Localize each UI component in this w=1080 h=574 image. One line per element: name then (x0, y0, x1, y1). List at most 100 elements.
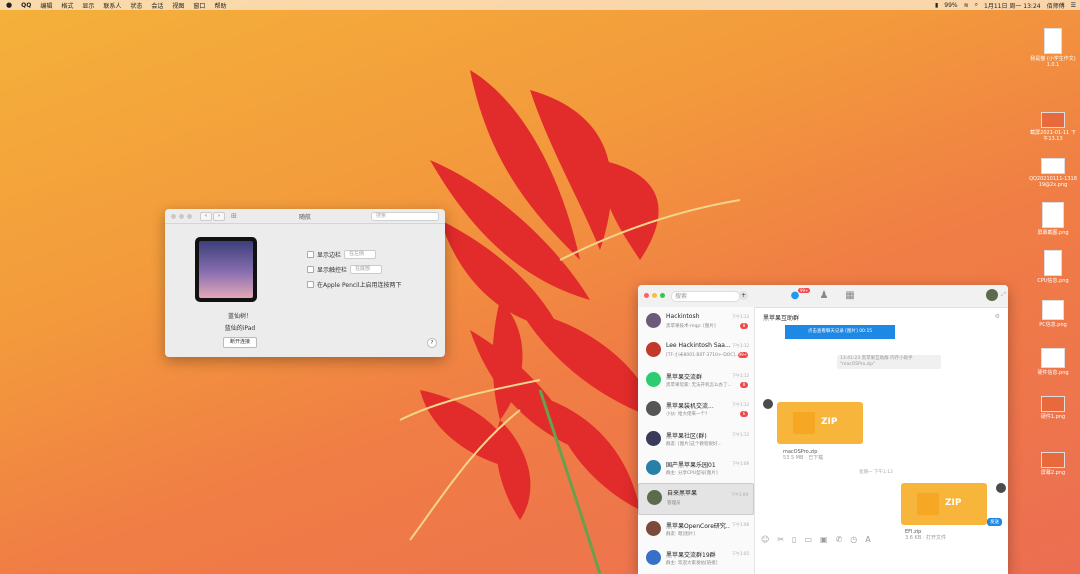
image-icon[interactable]: ▣ (820, 535, 828, 544)
send-button[interactable]: 发送 (987, 518, 1002, 526)
phone-icon[interactable]: ✆ (836, 535, 843, 544)
battery-icon[interactable]: ▮ (935, 2, 938, 9)
file-info: macOSPro.zip 53.5 MB · 已下载 (783, 449, 823, 461)
list-item[interactable]: 黑苹果交流群19群 群主: 欢迎大家发帖[链接] 下午1:05 (638, 544, 754, 573)
avatar (646, 401, 661, 417)
forward-nav-button[interactable]: › (213, 211, 225, 221)
contacts-icon[interactable]: ♟ (818, 290, 830, 302)
datetime[interactable]: 1月11日 周一 13:24 (984, 1, 1041, 10)
chat-input-toolbar: ☺ ✂ ▯ ▭ ▣ ✆ ◷ A (761, 535, 871, 544)
prefs-search-input[interactable]: 搜索 (371, 212, 439, 221)
desktop-file-2[interactable]: 截屏2021-01-11 下午13.13 (1028, 112, 1078, 142)
file-card[interactable]: ZIP (777, 402, 863, 444)
desktop-file-label: CPU信息.png (1037, 278, 1069, 284)
desktop-file-label: 屏幕截图.png (1037, 230, 1069, 236)
conversation-list: Hackintosh 黑苹果技术-mqp: [图片] 下午1:13 8 Lee … (638, 307, 755, 574)
conversation-preview: 管理员 (667, 501, 681, 507)
apps-grid-icon[interactable]: ▦ (844, 290, 856, 302)
menu-contacts[interactable]: 联系人 (103, 1, 121, 10)
menu-edit[interactable]: 编辑 (40, 1, 52, 10)
desktop-file-label: 屏幕2.png (1040, 470, 1066, 476)
menu-window[interactable]: 窗口 (193, 1, 205, 10)
desktop-file-label: PC信息.png (1039, 322, 1067, 328)
desktop-file-3[interactable]: QQ20210111-1318 19@2x.png (1028, 158, 1078, 188)
desktop-file-6[interactable]: PC信息.png (1028, 300, 1078, 328)
user-name[interactable]: 佰师傅 (1047, 1, 1065, 10)
desktop-file-8[interactable]: 硬件1.png (1028, 396, 1078, 420)
conversation-preview: [TF·小米8001·B0T·3710+·DOC]... (666, 353, 740, 359)
list-item[interactable]: 黑苹果OpenCore研究... 群友: 嗯[图片] 下午1:08 (638, 515, 754, 544)
list-item[interactable]: 国产黑苹果乐园01 群主: 分享CPU型号[图片] 下午1:09 (638, 454, 754, 483)
history-icon[interactable]: ◷ (850, 535, 857, 544)
ipad-illustration (195, 237, 257, 302)
disconnect-button[interactable]: 断开连接 (223, 337, 258, 348)
help-button[interactable]: ? (427, 338, 437, 348)
menu-list-icon[interactable]: ☰ (1071, 2, 1076, 9)
conversation-name: 自来黑苹果 (667, 490, 698, 498)
close-button[interactable] (171, 213, 176, 219)
desktop-file-label: 硬件信息.png (1037, 370, 1069, 376)
list-item[interactable]: Lee Hackintosh Saa... [TF·小米8001·B0T·371… (638, 336, 754, 365)
list-item[interactable]: Hackintosh 黑苹果技术-mqp: [图片] 下午1:13 8 (638, 307, 754, 336)
device-name: 蓝仙的iPad (224, 325, 256, 332)
menu-viewmode[interactable]: 视图 (172, 1, 184, 10)
zoom-button[interactable] (660, 293, 665, 298)
zoom-button[interactable] (187, 213, 192, 219)
apple-icon[interactable]: ● (6, 1, 12, 9)
list-item-selected[interactable]: 自来黑苹果 管理员 下午1:09 (638, 483, 754, 515)
image-icon (1041, 158, 1065, 174)
conversation-time: 下午1:09 (732, 460, 749, 466)
menubar-app-name[interactable]: QQ (21, 2, 31, 9)
sidebar-position-select[interactable]: 在左侧 (344, 250, 377, 259)
wifi-icon[interactable]: ≋ (964, 2, 969, 9)
touchbar-position-select[interactable]: 在底部 (350, 265, 383, 274)
desktop-file-4[interactable]: 屏幕截图.png (1028, 202, 1078, 236)
text-format-icon[interactable]: A (865, 535, 870, 544)
emoji-icon[interactable]: ☺ (761, 535, 769, 544)
menu-session[interactable]: 会话 (151, 1, 163, 10)
option-label: 在Apple Pencil上启用连按两下 (317, 282, 402, 289)
conversation-time: 下午1:12 (732, 431, 749, 437)
file-icon[interactable]: ▯ (792, 535, 796, 544)
pencil-double-tap-checkbox[interactable] (307, 281, 314, 288)
desktop-file-5[interactable]: CPU信息.png (1028, 250, 1078, 284)
show-all-grid-icon[interactable]: ⊞ (231, 212, 237, 220)
option-touchbar: 显示触控栏 在底部 (307, 265, 383, 274)
image-icon (1042, 202, 1064, 228)
folder-icon[interactable]: ▭ (804, 535, 812, 544)
show-sidebar-checkbox[interactable] (307, 251, 314, 258)
list-item[interactable]: 黑苹果装机交流... 小伙: 给大佬来一个? 下午1:12 6 (638, 395, 754, 424)
file-card[interactable]: ZIP (901, 483, 987, 525)
add-button[interactable]: + (739, 291, 748, 300)
show-touchbar-checkbox[interactable] (307, 266, 314, 273)
avatar (646, 430, 661, 446)
conversation-name: Lee Hackintosh Saa... (666, 342, 730, 350)
message-bubble[interactable]: 点击查看聊天记录 [图片] 00:15 (785, 325, 895, 339)
search-icon[interactable]: ⌕ (975, 1, 978, 9)
desktop-file-1[interactable]: 我是猫 (小学生作文) 1.0.1 (1028, 28, 1078, 68)
menu-format[interactable]: 格式 (61, 1, 73, 10)
qq-search-input[interactable]: 搜索 (671, 291, 740, 302)
chat-pane: 黑苹果互助群 ⚙ 点击查看聊天记录 [图片] 00:15 13:41:23 黑苹… (755, 307, 1008, 574)
prefs-titlebar: ‹ › ⊞ 随航 搜索 (165, 209, 445, 224)
minimize-button[interactable] (652, 293, 657, 298)
unread-badge: 8 (740, 323, 748, 329)
expand-icon[interactable]: ⤢ (1001, 291, 1006, 299)
back-nav-button[interactable]: ‹ (200, 211, 212, 221)
list-item[interactable]: 黑苹果交流群 黑苹果玩家: 无法开机怎么办了... 下午1:12 8 (638, 366, 754, 395)
minimize-button[interactable] (179, 213, 184, 219)
menu-view[interactable]: 显示 (82, 1, 94, 10)
unread-badge: 6 (740, 411, 748, 418)
avatar[interactable] (986, 289, 998, 301)
menu-help[interactable]: 帮助 (214, 1, 226, 10)
close-button[interactable] (644, 293, 649, 298)
chat-settings-icon[interactable]: ⚙ (995, 313, 1000, 320)
system-note: 13:41:23 黑苹果互助群 内存小助手 "macOSPro.zip" (837, 355, 941, 369)
scissors-icon[interactable]: ✂ (777, 535, 784, 544)
conversation-name: 黑苹果社区(群) (666, 432, 707, 440)
desktop-file-9[interactable]: 屏幕2.png (1028, 452, 1078, 476)
menu-status[interactable]: 状态 (130, 1, 142, 10)
list-item[interactable]: 黑苹果社区(群) 群友: [图片]这个教程很好... 下午1:12 (638, 425, 754, 454)
desktop-file-7[interactable]: 硬件信息.png (1028, 348, 1078, 376)
conversation-preview: 黑苹果技术-mqp: [图片] (666, 324, 716, 329)
